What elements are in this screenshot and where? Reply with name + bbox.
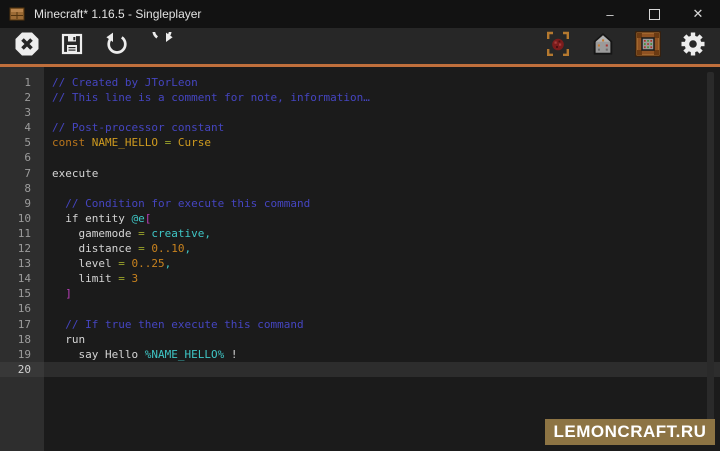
line-number: 9 (0, 196, 44, 211)
octagon-x-icon (14, 31, 40, 62)
line-number: 13 (0, 256, 44, 271)
redstone-selection-button[interactable] (544, 32, 572, 60)
structure-block-button[interactable] (634, 32, 662, 60)
close-button[interactable]: ✕ (676, 0, 720, 28)
code-line[interactable]: // Created by JTorLeon (44, 75, 720, 90)
gear-icon (680, 31, 706, 62)
structure-home-button[interactable] (589, 32, 617, 60)
line-number: 2 (0, 90, 44, 105)
undo-button[interactable] (103, 32, 131, 60)
window-controls: – ✕ (588, 0, 720, 28)
redstone-frame-icon (545, 31, 571, 62)
line-number: 20 (0, 362, 44, 377)
titlebar: Minecraft* 1.16.5 - Singleplayer – ✕ (0, 0, 720, 28)
line-number: 10 (0, 211, 44, 226)
line-number: 8 (0, 181, 44, 196)
undo-arrow-icon (105, 32, 129, 61)
line-number: 12 (0, 241, 44, 256)
redo-arrow-icon (150, 32, 174, 61)
line-number: 4 (0, 120, 44, 135)
line-number: 15 (0, 286, 44, 301)
app-window: Minecraft* 1.16.5 - Singleplayer – ✕ (0, 0, 720, 451)
line-number: 11 (0, 226, 44, 241)
code-line[interactable]: gamemode = creative, (44, 226, 720, 241)
minimize-icon: – (606, 7, 613, 22)
code-line[interactable]: limit = 3 (44, 271, 720, 286)
code-line[interactable] (44, 362, 720, 377)
code-line[interactable] (44, 150, 720, 165)
code-line[interactable] (44, 105, 720, 120)
close-file-button[interactable] (13, 32, 41, 60)
settings-button[interactable] (679, 32, 707, 60)
line-number: 18 (0, 332, 44, 347)
save-button[interactable] (58, 32, 86, 60)
code-editor[interactable]: 1234567891011121314151617181920 // Creat… (0, 67, 720, 451)
line-number: 14 (0, 271, 44, 286)
line-number: 7 (0, 166, 44, 181)
minecraft-app-icon (9, 6, 25, 22)
line-number: 17 (0, 317, 44, 332)
line-number: 5 (0, 135, 44, 150)
code-line[interactable]: // Condition for execute this command (44, 196, 720, 211)
gutter: 1234567891011121314151617181920 (0, 67, 44, 451)
maximize-button[interactable] (632, 0, 676, 28)
code-line[interactable]: const NAME_HELLO = Curse (44, 135, 720, 150)
watermark: LEMONCRAFT.RU (545, 419, 715, 445)
structure-block-icon (635, 31, 661, 62)
code-line[interactable]: // This line is a comment for note, info… (44, 90, 720, 105)
line-number: 19 (0, 347, 44, 362)
code-line[interactable] (44, 181, 720, 196)
maximize-icon (649, 9, 660, 20)
code-line[interactable]: if entity @e[ (44, 211, 720, 226)
redo-button[interactable] (148, 32, 176, 60)
line-number: 3 (0, 105, 44, 120)
code-line[interactable] (44, 301, 720, 316)
vertical-scrollbar[interactable] (707, 72, 714, 443)
code-line[interactable]: say Hello %NAME_HELLO% ! (44, 347, 720, 362)
line-number: 1 (0, 75, 44, 90)
code-line[interactable]: distance = 0..10, (44, 241, 720, 256)
code-area[interactable]: // Created by JTorLeon// This line is a … (44, 67, 720, 451)
code-line[interactable]: execute (44, 166, 720, 181)
code-line[interactable]: // Post-processor constant (44, 120, 720, 135)
close-icon: ✕ (693, 6, 704, 22)
minimize-button[interactable]: – (588, 0, 632, 28)
floppy-disk-icon (60, 32, 84, 61)
code-line[interactable]: run (44, 332, 720, 347)
code-line[interactable]: level = 0..25, (44, 256, 720, 271)
toolbar (0, 28, 720, 64)
house-icon (591, 31, 615, 62)
code-line[interactable]: // If true then execute this command (44, 317, 720, 332)
line-number: 16 (0, 301, 44, 316)
code-line[interactable]: ] (44, 286, 720, 301)
window-title: Minecraft* 1.16.5 - Singleplayer (34, 7, 588, 21)
line-number: 6 (0, 150, 44, 165)
